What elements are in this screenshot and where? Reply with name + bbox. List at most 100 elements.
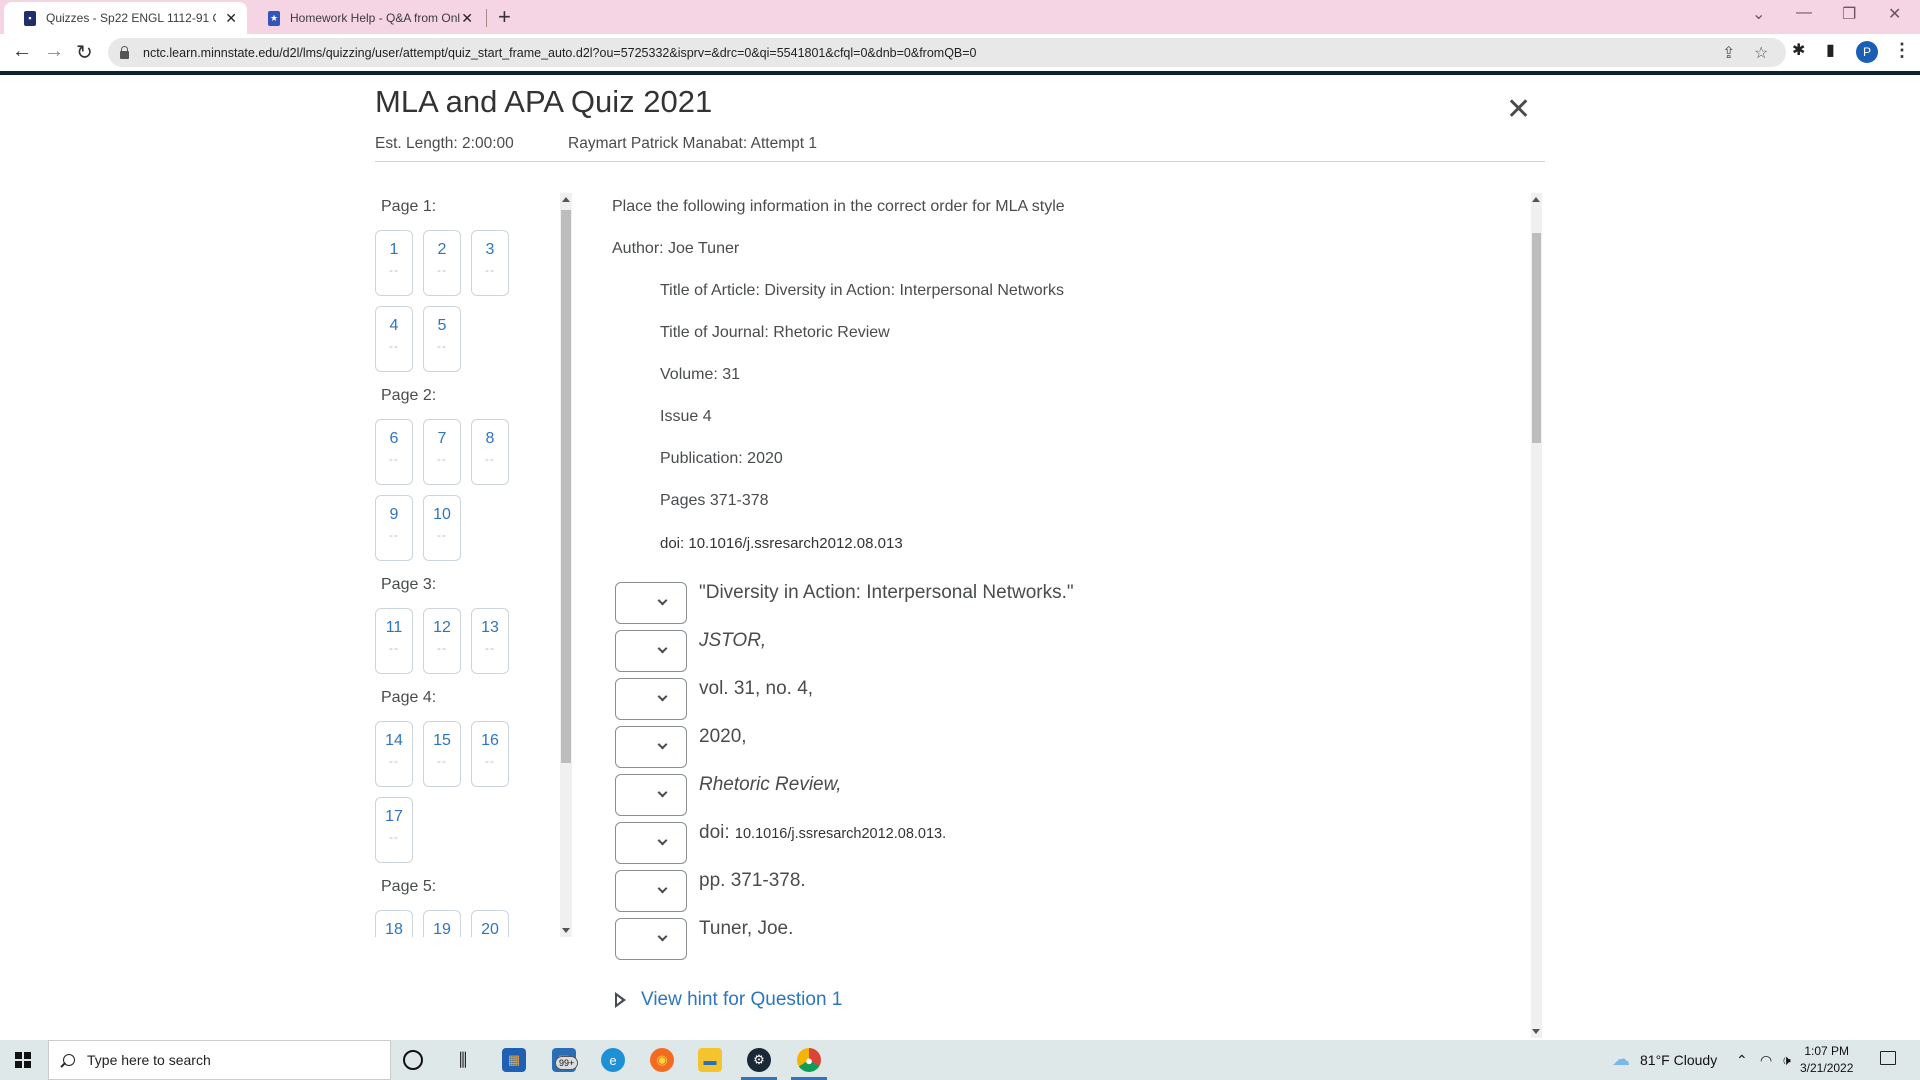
- question-nav-button[interactable]: 5 --: [423, 306, 461, 372]
- restore-button[interactable]: ❐: [1842, 4, 1856, 24]
- share-icon[interactable]: ⇪: [1722, 43, 1735, 63]
- chevron-down-icon: [657, 883, 668, 894]
- order-dropdown[interactable]: [615, 918, 687, 960]
- chevron-down-icon: [657, 595, 668, 606]
- nav-scroll-thumb[interactable]: [561, 210, 571, 763]
- question-nav-button[interactable]: 9 --: [375, 495, 413, 561]
- windows-taskbar: Type here to search ⫼ ▦ ✉ 99+ e ◉ ▬ ⚙ ● …: [0, 1040, 1920, 1080]
- nav-scrollbar[interactable]: [560, 193, 572, 937]
- question-nav-button[interactable]: 15 --: [423, 721, 461, 787]
- order-dropdown[interactable]: [615, 822, 687, 864]
- view-hint-link[interactable]: View hint for Question 1: [641, 989, 842, 1011]
- taskbar-clock[interactable]: 1:07 PM 3/21/2022: [1800, 1043, 1853, 1077]
- order-dropdown[interactable]: [615, 678, 687, 720]
- order-item-text: 2020,: [699, 726, 747, 747]
- tab-homework-help[interactable]: ★ Homework Help - Q&A from Onl ✕: [248, 2, 483, 34]
- question-number: 12: [433, 619, 451, 636]
- page-label: Page 5:: [381, 878, 437, 895]
- question-number: 11: [385, 619, 403, 636]
- browser-menu-icon[interactable]: ⋮: [1893, 40, 1911, 61]
- notification-center-icon[interactable]: [1880, 1051, 1896, 1065]
- expand-triangle-icon[interactable]: [615, 992, 626, 1008]
- chrome-icon[interactable]: ●: [797, 1048, 821, 1072]
- lock-icon[interactable]: [120, 45, 129, 59]
- question-nav-button[interactable]: 12 --: [423, 608, 461, 674]
- chevron-down-icon: [657, 835, 668, 846]
- profile-avatar[interactable]: P: [1856, 41, 1878, 63]
- unanswered-marker: --: [389, 339, 399, 353]
- weather-text[interactable]: 81°F Cloudy: [1640, 1052, 1717, 1068]
- forward-button[interactable]: →: [44, 40, 64, 63]
- address-bar[interactable]: nctc.learn.minnstate.edu/d2l/lms/quizzin…: [108, 38, 1786, 67]
- firefox-icon[interactable]: ◉: [650, 1048, 674, 1072]
- minimize-button[interactable]: —: [1796, 4, 1812, 22]
- back-button[interactable]: ←: [12, 40, 32, 63]
- question-nav-button[interactable]: 14 --: [375, 721, 413, 787]
- scroll-down-arrow-icon[interactable]: [1532, 1029, 1540, 1034]
- bookmark-star-icon[interactable]: ☆: [1754, 43, 1768, 63]
- task-view-icon[interactable]: ⫼: [451, 1048, 475, 1072]
- question-nav-button[interactable]: 6 --: [375, 419, 413, 485]
- scroll-down-arrow-icon[interactable]: [562, 928, 570, 933]
- tab-quizzes[interactable]: ▪ Quizzes - Sp22 ENGL 1112-91 Co ✕: [4, 2, 247, 34]
- weather-cloud-icon[interactable]: ☁: [1612, 1049, 1630, 1070]
- question-nav-button[interactable]: 17 --: [375, 797, 413, 863]
- show-hidden-icons-chevron-icon[interactable]: ⌃: [1736, 1052, 1748, 1069]
- microsoft-store-icon[interactable]: ▦: [502, 1048, 526, 1072]
- new-tab-button[interactable]: +: [498, 4, 511, 30]
- order-item-text: Tuner, Joe.: [699, 918, 794, 939]
- unanswered-marker: --: [485, 641, 495, 655]
- windows-start-icon[interactable]: [15, 1052, 31, 1068]
- question-nav-button[interactable]: 11 --: [375, 608, 413, 674]
- side-panel-icon[interactable]: ▮: [1826, 40, 1835, 60]
- header-bar: [0, 71, 1920, 75]
- close-tab-icon[interactable]: ✕: [225, 10, 237, 27]
- reload-button[interactable]: ↻: [76, 40, 93, 65]
- order-dropdown[interactable]: [615, 870, 687, 912]
- order-dropdown[interactable]: [615, 630, 687, 672]
- order-dropdown[interactable]: [615, 774, 687, 816]
- main-scrollbar[interactable]: [1531, 193, 1542, 1038]
- edge-icon[interactable]: e: [601, 1048, 625, 1072]
- question-nav-button[interactable]: 16 --: [471, 721, 509, 787]
- hint-toggle[interactable]: View hint for Question 1: [615, 989, 842, 1011]
- page-label: Page 1:: [381, 198, 437, 215]
- question-number: 2: [437, 241, 447, 258]
- attempt-info: Raymart Patrick Manabat: Attempt 1: [568, 135, 817, 152]
- chevron-down-icon: [657, 643, 668, 654]
- order-item-text: Rhetoric Review,: [699, 774, 842, 795]
- main-scroll-thumb[interactable]: [1532, 233, 1541, 443]
- question-number: 10: [433, 506, 451, 523]
- close-tab-icon[interactable]: ✕: [461, 10, 473, 27]
- close-window-button[interactable]: ✕: [1888, 4, 1901, 24]
- steam-icon[interactable]: ⚙: [747, 1048, 771, 1072]
- unanswered-marker: --: [389, 452, 399, 466]
- question-nav-button[interactable]: 7 --: [423, 419, 461, 485]
- question-nav-button[interactable]: 4 --: [375, 306, 413, 372]
- tab-search-icon[interactable]: ⌄: [1752, 4, 1765, 24]
- order-dropdown[interactable]: [615, 582, 687, 624]
- question-nav-button[interactable]: 3 --: [471, 230, 509, 296]
- scroll-up-arrow-icon[interactable]: [1532, 197, 1540, 202]
- question-nav-button[interactable]: 1 --: [375, 230, 413, 296]
- volume-icon[interactable]: 🕩: [1782, 1052, 1791, 1069]
- extensions-puzzle-icon[interactable]: ✱: [1792, 40, 1805, 60]
- url-text[interactable]: nctc.learn.minnstate.edu/d2l/lms/quizzin…: [143, 46, 977, 60]
- question-nav-button[interactable]: 13 --: [471, 608, 509, 674]
- close-quiz-icon[interactable]: ✕: [1506, 95, 1531, 125]
- file-explorer-icon[interactable]: ▬: [698, 1048, 722, 1072]
- wifi-icon[interactable]: ◠: [1760, 1052, 1772, 1069]
- order-dropdown[interactable]: [615, 726, 687, 768]
- question-nav-button[interactable]: 10 --: [423, 495, 461, 561]
- question-nav-button[interactable]: 8 --: [471, 419, 509, 485]
- unanswered-marker: --: [389, 830, 399, 844]
- scroll-up-arrow-icon[interactable]: [562, 197, 570, 202]
- cortana-icon[interactable]: [403, 1050, 423, 1070]
- taskbar-search-box[interactable]: Type here to search: [48, 1040, 391, 1080]
- header-divider: [375, 161, 1545, 162]
- question-nav-button[interactable]: 18--: [375, 910, 413, 937]
- question-nav-button[interactable]: 20--: [471, 910, 509, 937]
- clock-date: 3/21/2022: [1800, 1061, 1854, 1075]
- question-nav-button[interactable]: 19--: [423, 910, 461, 937]
- question-nav-button[interactable]: 2 --: [423, 230, 461, 296]
